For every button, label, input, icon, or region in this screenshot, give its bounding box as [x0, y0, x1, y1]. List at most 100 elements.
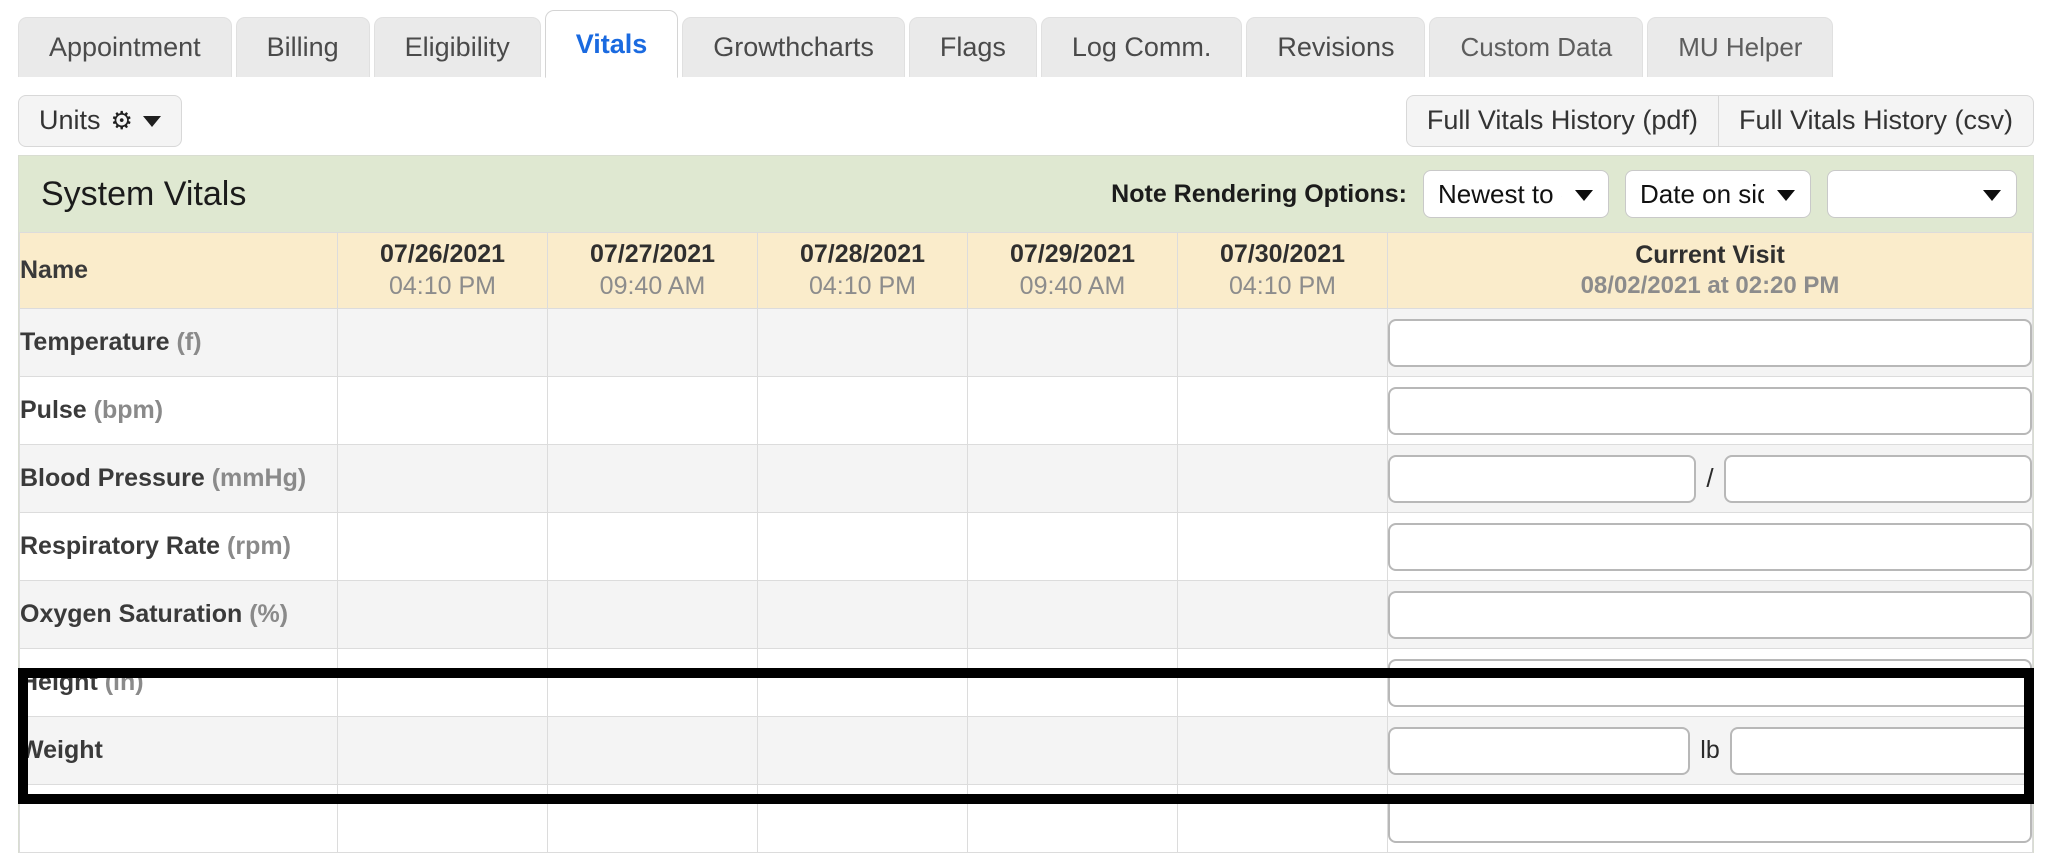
table-header: Name 07/26/2021 04:10 PM 07/27/2021 09:4… [19, 232, 2033, 309]
next-row-input[interactable] [1388, 794, 2032, 843]
gear-icon: ⚙ [110, 106, 133, 135]
row-label-next [19, 784, 338, 853]
tab-revisions[interactable]: Revisions [1246, 17, 1426, 77]
cell-value [337, 580, 548, 649]
cell-value [757, 512, 968, 581]
system-vitals-panel: System Vitals Note Rendering Options: Ne… [18, 155, 2034, 853]
column-time: 09:40 AM [599, 271, 706, 300]
date-position-select-wrap: Date on side [1625, 170, 1811, 218]
tab-mu-helper[interactable]: MU Helper [1647, 17, 1834, 77]
tab-appointment[interactable]: Appointment [18, 17, 232, 77]
current-visit-datetime: 08/02/2021 at 02:20 PM [1580, 272, 1840, 300]
row-label-weight: Weight [19, 716, 338, 785]
cell-current-visit [1387, 648, 2033, 717]
cell-value [967, 444, 1178, 513]
tab-vitals[interactable]: Vitals [544, 10, 679, 78]
vitals-table: Name 07/26/2021 04:10 PM 07/27/2021 09:4… [19, 232, 2033, 853]
weight-input-group: lb [1388, 726, 2032, 775]
panel-header: System Vitals Note Rendering Options: Ne… [19, 156, 2033, 232]
row-unit: (%) [249, 600, 289, 628]
cell-value [757, 648, 968, 717]
row-label-pulse: Pulse (bpm) [19, 376, 338, 445]
table-row-weight: Weight lb [19, 716, 2033, 785]
row-name: Blood Pressure [20, 464, 205, 492]
row-name: Height [20, 668, 98, 696]
cell-current-visit [1387, 308, 2033, 377]
table-row-respiratory-rate: Respiratory Rate (rpm) [19, 512, 2033, 581]
tab-label: Growthcharts [713, 32, 874, 62]
weight-pounds-input[interactable] [1388, 726, 1691, 775]
table-row-height: Height (in) [19, 648, 2033, 717]
row-unit: (mmHg) [211, 464, 307, 492]
blood-pressure-diastolic-input[interactable] [1723, 454, 2033, 503]
blood-pressure-systolic-input[interactable] [1388, 454, 1697, 503]
cell-value [1177, 580, 1388, 649]
extra-option-select[interactable] [1827, 170, 2017, 218]
cell-value [1177, 716, 1388, 785]
tab-label: Appointment [49, 32, 201, 62]
cell-value [757, 784, 968, 853]
column-header-date: 07/28/2021 04:10 PM [757, 232, 968, 309]
full-vitals-history-pdf-button[interactable]: Full Vitals History (pdf) [1405, 95, 1719, 147]
tab-billing[interactable]: Billing [235, 17, 370, 77]
row-unit: (f) [176, 328, 202, 356]
cell-value [757, 376, 968, 445]
row-unit: (rpm) [227, 532, 291, 560]
row-name: Respiratory Rate [20, 532, 221, 560]
cell-value [757, 444, 968, 513]
cell-value [547, 512, 758, 581]
cell-current-visit [1387, 784, 2033, 853]
cell-value [967, 376, 1178, 445]
units-button[interactable]: Units ⚙ [18, 95, 182, 147]
cell-value [547, 580, 758, 649]
sort-order-select-wrap: Newest to oldest [1423, 170, 1609, 218]
tab-growthcharts[interactable]: Growthcharts [682, 17, 905, 77]
height-input[interactable] [1388, 658, 2032, 707]
cell-value [547, 784, 758, 853]
pulse-input[interactable] [1388, 386, 2032, 435]
column-time: 04:10 PM [1228, 271, 1336, 300]
tab-eligibility[interactable]: Eligibility [373, 17, 541, 77]
tab-custom-data[interactable]: Custom Data [1429, 17, 1644, 77]
table-row-oxygen-saturation: Oxygen Saturation (%) [19, 580, 2033, 649]
tab-flags[interactable]: Flags [908, 17, 1037, 77]
cell-value [547, 716, 758, 785]
column-header-date: 07/30/2021 04:10 PM [1177, 232, 1388, 309]
weight-ounces-input[interactable] [1729, 726, 2032, 775]
cell-value [1177, 784, 1388, 853]
column-date: 07/27/2021 [589, 240, 716, 269]
full-vitals-history-csv-button[interactable]: Full Vitals History (csv) [1718, 95, 2034, 147]
table-header-row: Name 07/26/2021 04:10 PM 07/27/2021 09:4… [19, 232, 2033, 309]
table-row-pulse: Pulse (bpm) [19, 376, 2033, 445]
cell-value [337, 444, 548, 513]
cell-current-visit: lb [1387, 716, 2033, 785]
respiratory-rate-input[interactable] [1388, 522, 2032, 571]
cell-value [547, 308, 758, 377]
note-rendering-options-label: Note Rendering Options: [1111, 179, 1407, 208]
cell-value [337, 376, 548, 445]
cell-value [757, 308, 968, 377]
date-position-select[interactable]: Date on side [1625, 170, 1811, 218]
cell-value [1177, 376, 1388, 445]
sort-order-select[interactable]: Newest to oldest [1423, 170, 1609, 218]
tab-strip: Appointment Billing Eligibility Vitals G… [0, 0, 2052, 78]
row-unit: (in) [104, 668, 144, 696]
row-name: Pulse [20, 396, 87, 424]
temperature-input[interactable] [1388, 318, 2032, 367]
cell-current-visit: / [1387, 444, 2033, 513]
cell-value [967, 580, 1178, 649]
row-name: Weight [20, 736, 103, 764]
tab-log-comm[interactable]: Log Comm. [1040, 17, 1243, 77]
cell-value [967, 308, 1178, 377]
cell-value [337, 784, 548, 853]
tab-label: Log Comm. [1071, 32, 1212, 62]
row-label-respiratory-rate: Respiratory Rate (rpm) [19, 512, 338, 581]
cell-value [757, 580, 968, 649]
cell-value [547, 444, 758, 513]
oxygen-saturation-input[interactable] [1388, 590, 2032, 639]
column-header-name: Name [19, 232, 338, 309]
blood-pressure-separator: / [1706, 463, 1714, 493]
row-unit: (bpm) [93, 396, 164, 424]
cell-value [1177, 444, 1388, 513]
history-button-group: Full Vitals History (pdf) Full Vitals Hi… [1405, 95, 2034, 147]
